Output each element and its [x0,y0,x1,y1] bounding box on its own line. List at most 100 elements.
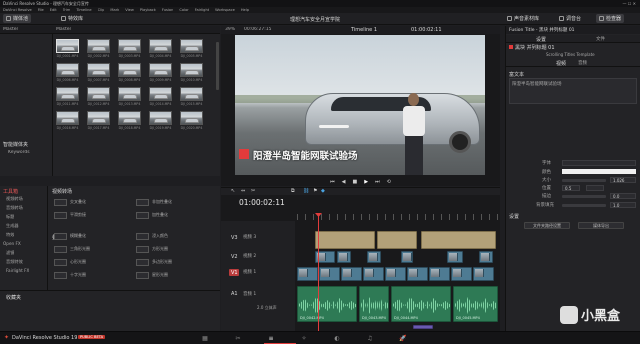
menu-item[interactable]: Edit [50,8,57,12]
sound-library-button[interactable]: 声音素材库 [504,14,542,23]
smart-bin-keywords[interactable]: Keywords [8,150,30,155]
effects-category-item[interactable]: Open FX [3,241,21,246]
video-clip[interactable] [479,251,493,263]
menu-item[interactable]: Fairlight [195,8,209,12]
folder-path-button[interactable]: 文件夹路径设置 [524,222,570,229]
media-thumbnail[interactable] [180,39,203,53]
effects-category-item[interactable]: 视频转场 [6,196,23,202]
media-thumbnail[interactable] [118,111,141,125]
audio-clip[interactable]: DJI_0044.MP4 [391,286,451,322]
menu-item[interactable]: Fusion [162,8,174,12]
menu-item[interactable]: Help [241,8,249,12]
select-tool-icon[interactable]: ↖ [231,188,235,194]
media-thumbnail[interactable] [149,63,172,77]
fusion-page-icon[interactable]: ✧ [299,333,309,343]
menu-item[interactable]: Trim [63,8,71,12]
edit-page-icon[interactable]: ≡ [266,333,276,343]
toolbox-label[interactable]: 工具箱 [3,188,18,195]
media-thumbnail[interactable] [149,111,172,125]
media-pool-button[interactable]: 媒体池 [3,14,32,23]
media-thumbnail[interactable] [56,39,79,53]
rich-text-editor[interactable]: 阳澄半岛智能网联试验场 [509,78,637,104]
timeline-ruler[interactable] [297,214,500,220]
tab-audio[interactable]: 音频 [578,60,587,66]
color-page-icon[interactable]: ◐ [332,333,342,343]
video-frame[interactable]: 阳澄半岛智能网联试验场 [235,35,485,175]
skip-forward-icon[interactable]: ⏭ [375,179,380,185]
title-clip[interactable] [421,231,496,249]
media-thumbnail[interactable] [87,111,110,125]
tab-video[interactable]: 视频 [556,60,566,67]
video-clip[interactable] [401,251,413,263]
media-thumbnail[interactable] [149,39,172,53]
play-reverse-icon[interactable]: ◀ [342,179,346,185]
color-swatch[interactable] [562,169,636,174]
audio-clip[interactable]: DJI_0042.MP4 [297,286,357,322]
size-field[interactable]: 1.026 [610,177,636,183]
menu-item[interactable]: Mark [110,8,119,12]
effects-category-item[interactable]: 生成器 [6,223,19,229]
stop-icon[interactable]: ■ [353,179,358,185]
effect-item[interactable]: 模糊叠化 [54,232,86,240]
flag-icon[interactable]: ⚑ [313,188,317,194]
video-clip[interactable] [341,267,362,281]
media-thumbnail[interactable] [87,87,110,101]
effect-item[interactable]: 三角形光圈 [54,245,90,253]
trim-tool-icon[interactable]: ⇔ [241,188,245,194]
skip-back-icon[interactable]: ⏮ [330,179,335,185]
marker-icon[interactable]: ◆ [321,188,325,194]
video-clip[interactable] [451,267,472,281]
fairlight-page-icon[interactable]: ♫ [365,333,375,343]
menu-item[interactable]: File [38,8,44,12]
tab-settings[interactable]: 设置 [536,36,546,43]
effect-item[interactable]: 平滑剪接 [54,211,86,219]
section-rich-text[interactable]: 富文本 [509,71,524,78]
effect-item[interactable]: 心形光圈 [54,258,86,266]
cut-page-icon[interactable]: ✂ [233,333,243,343]
viewer-timeline-name[interactable]: Timeline 1 [351,27,377,33]
playhead[interactable] [318,214,319,331]
video-clip[interactable] [367,251,381,263]
mixer-button[interactable]: 调音台 [556,14,584,23]
effects-category-item[interactable]: Fairlight FX [6,268,29,273]
video-clip[interactable] [447,251,463,263]
video-clip[interactable] [297,267,318,281]
effects-category-item[interactable]: 滤镜 [6,250,14,256]
play-icon[interactable]: ▶ [364,179,368,185]
menu-item[interactable]: Workspace [215,8,235,12]
menu-item[interactable]: Color [179,8,188,12]
stroke-field[interactable]: 0.0 [610,193,636,199]
effects-category-item[interactable]: 标题 [6,214,14,220]
media-thumbnail[interactable] [180,87,203,101]
background-field[interactable]: 1.0 [610,202,636,208]
link-icon[interactable]: ⛓ [303,188,309,194]
font-dropdown[interactable] [562,160,636,166]
menu-item[interactable]: Clip [98,8,105,12]
menu-item[interactable]: Playback [140,8,156,12]
menu-item[interactable]: View [125,8,134,12]
effect-item[interactable]: 交叉叠化 [54,198,86,206]
video-clip[interactable] [473,267,494,281]
small-audio-clip[interactable] [413,325,433,329]
menu-item[interactable]: DaVinci Resolve [3,8,32,12]
audio-clip[interactable]: DJI_0043.MP4 [359,286,389,322]
effects-button[interactable]: 特效库 [58,14,86,23]
media-thumbnail[interactable] [118,63,141,77]
effect-item[interactable]: 浸入颜色 [136,232,168,240]
media-thumbnail[interactable] [118,39,141,53]
effect-item[interactable]: 多边形光圈 [136,258,172,266]
audio-clip[interactable]: DJI_0045.MP4 [453,286,498,322]
bin-master-label[interactable]: Master [3,27,18,32]
effects-category-item[interactable]: 音频转场 [6,205,23,211]
blade-tool-icon[interactable]: ✂ [251,188,255,194]
effect-item[interactable]: 非加性叠化 [136,198,172,206]
video-clip[interactable] [407,267,428,281]
stroke-slider[interactable] [562,195,606,198]
section-settings[interactable]: 设置 [509,213,519,220]
position-y-field[interactable] [586,185,604,191]
media-thumbnail[interactable] [56,87,79,101]
deliver-page-icon[interactable]: 🚀 [398,333,408,343]
video-clip[interactable] [363,267,384,281]
track-area[interactable]: DJI_0042.MP4 DJI_0043.MP4 DJI_0044.MP4 DJI_… [297,221,500,331]
media-thumbnail[interactable] [56,63,79,77]
